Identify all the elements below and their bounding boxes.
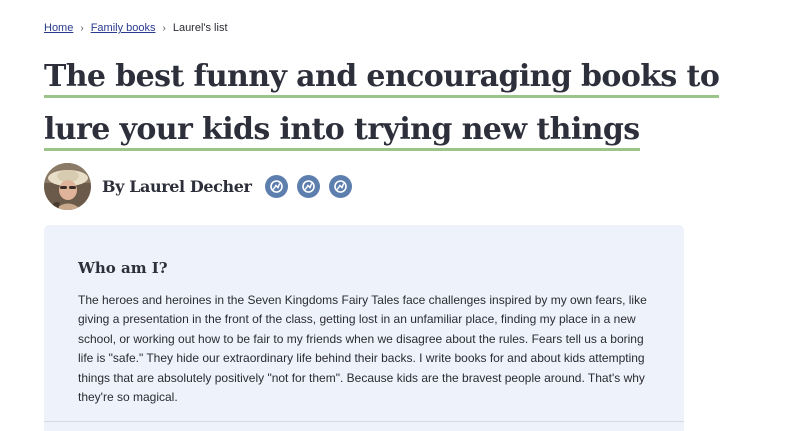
page-title: The best funny and encouraging books to … bbox=[44, 50, 744, 156]
breadcrumb: Home › Family books › Laurel's list bbox=[44, 22, 228, 34]
breadcrumb-separator-icon: › bbox=[80, 22, 84, 34]
about-body-text: The heroes and heroines in the Seven Kin… bbox=[78, 293, 647, 405]
breadcrumb-home-link[interactable]: Home bbox=[44, 22, 73, 34]
social-link-icon[interactable] bbox=[328, 175, 352, 198]
author-avatar[interactable] bbox=[44, 163, 91, 210]
breadcrumb-current: Laurel's list bbox=[172, 22, 228, 34]
social-link-icon[interactable] bbox=[264, 175, 288, 198]
page-title-line-1: The best funny and encouraging books to bbox=[44, 59, 720, 98]
page-title-line-2: lure your kids into trying new things bbox=[44, 112, 640, 151]
page: Home › Family books › Laurel's list The … bbox=[0, 0, 806, 431]
breadcrumb-separator-icon: › bbox=[162, 22, 166, 34]
social-links bbox=[264, 175, 361, 198]
about-author-card: Who am I? The heroes and heroines in the… bbox=[44, 225, 684, 431]
social-link-icon[interactable] bbox=[296, 175, 320, 198]
about-heading: Who am I? bbox=[78, 259, 168, 277]
card-divider bbox=[44, 421, 684, 422]
author-byline: By Laurel Decher bbox=[102, 177, 252, 196]
author-row: By Laurel Decher bbox=[44, 163, 361, 210]
breadcrumb-family-books-link[interactable]: Family books bbox=[91, 22, 156, 34]
